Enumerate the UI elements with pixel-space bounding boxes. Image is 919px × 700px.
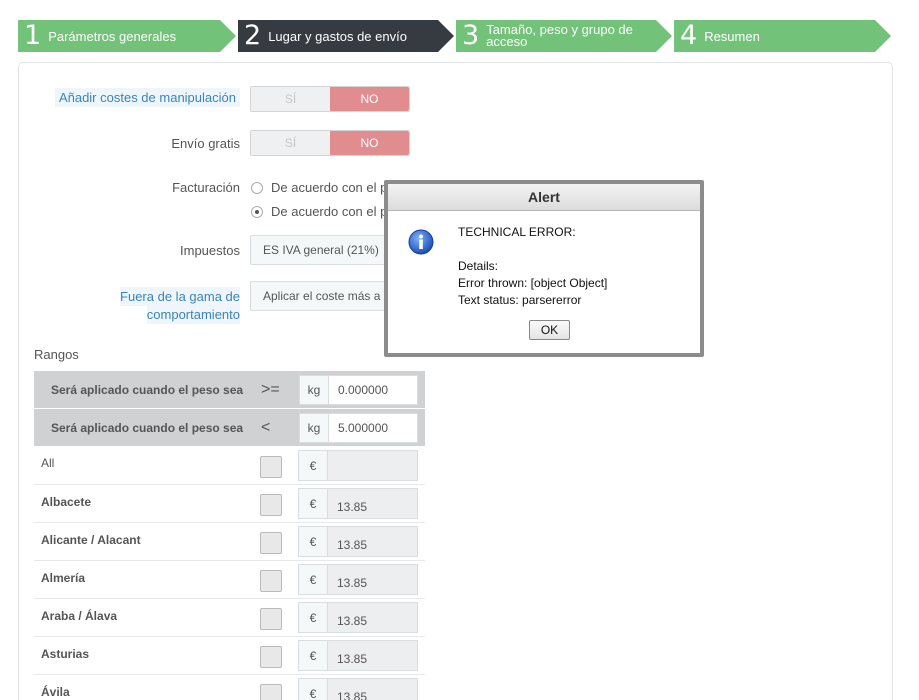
billing-label: Facturación <box>172 180 240 195</box>
range-operator: >= <box>261 380 280 398</box>
wizard-steps: 1 Parámetros generales 2 Lugar y gastos … <box>18 20 898 52</box>
step-label: Parámetros generales <box>48 28 177 44</box>
step-label: Tamaño, peso y grupo de acceso <box>486 22 633 49</box>
alert-line: Details: <box>458 259 499 273</box>
radio-button[interactable] <box>251 181 263 194</box>
step-label: Lugar y gastos de envío <box>268 28 407 44</box>
ranges-title: Rangos <box>34 347 79 362</box>
zone-fee-input[interactable]: 13.85 <box>327 488 418 519</box>
step-shipping-locations[interactable]: 2 Lugar y gastos de envío <box>238 20 454 52</box>
zone-row: Araba / Álava € 13.85 <box>34 599 425 637</box>
currency-addon: € <box>298 488 328 519</box>
currency-addon: € <box>298 526 328 557</box>
zone-name: All <box>41 456 55 470</box>
zone-checkbox[interactable] <box>260 494 282 516</box>
out-of-range-select[interactable]: Aplicar el coste más a <box>250 281 390 311</box>
zone-fee-input[interactable] <box>327 450 418 481</box>
zone-fee-input[interactable]: 13.85 <box>327 602 418 633</box>
step-arrow-icon <box>438 20 454 52</box>
handling-costs-toggle[interactable]: SÍ NO <box>250 86 410 112</box>
alert-title: Alert <box>388 184 700 211</box>
free-shipping-label: Envío gratis <box>171 136 240 151</box>
out-of-range-label-line2[interactable]: comportamiento <box>146 305 240 324</box>
info-icon <box>408 229 434 255</box>
unit-addon: kg <box>299 375 329 405</box>
currency-addon: € <box>298 564 328 595</box>
toggle-yes[interactable]: SÍ <box>251 87 330 111</box>
zone-name: Asturias <box>41 647 90 661</box>
zone-name: Albacete <box>41 495 92 509</box>
handling-costs-label-wrap: Añadir costes de manipulación <box>40 88 240 107</box>
range-lower-input[interactable]: 0.000000 <box>328 375 418 405</box>
out-of-range-label-line1[interactable]: Fuera de la gama de <box>120 287 240 306</box>
step-number: 2 <box>244 20 262 51</box>
zone-checkbox[interactable] <box>260 646 282 668</box>
radio-label: De acuerdo con el pr <box>271 180 392 195</box>
step-size-weight-access[interactable]: 3 Tamaño, peso y grupo de acceso <box>456 20 672 52</box>
range-lower-row: Será aplicado cuando el peso sea >= kg 0… <box>34 371 425 409</box>
zone-checkbox[interactable] <box>260 570 282 592</box>
zone-row: All € <box>34 447 425 485</box>
free-shipping-toggle[interactable]: SÍ NO <box>250 130 410 156</box>
zone-checkbox[interactable] <box>260 608 282 630</box>
zone-checkbox[interactable] <box>260 532 282 554</box>
zone-row: Asturias € 13.85 <box>34 637 425 675</box>
range-upper-input[interactable]: 5.000000 <box>328 413 418 443</box>
alert-dialog: Alert TECHNICAL ERROR: Details: Error th… <box>384 180 704 357</box>
zone-row: Albacete € 13.85 <box>34 485 425 523</box>
zone-fee-input[interactable]: 13.85 <box>327 678 418 700</box>
step-number: 4 <box>680 20 698 51</box>
range-operator: < <box>261 418 271 436</box>
zone-fee-input[interactable]: 13.85 <box>327 564 418 595</box>
zone-name: Araba / Álava <box>41 609 118 623</box>
step-label: Resumen <box>704 28 760 44</box>
range-upper-row: Será aplicado cuando el peso sea < kg 5.… <box>34 409 425 447</box>
toggle-yes[interactable]: SÍ <box>251 131 330 155</box>
zone-checkbox[interactable] <box>260 684 282 700</box>
step-general-params[interactable]: 1 Parámetros generales <box>18 20 236 52</box>
ranges-table: Será aplicado cuando el peso sea >= kg 0… <box>34 371 425 700</box>
step-arrow-icon <box>656 20 672 52</box>
step-number: 3 <box>462 20 480 51</box>
alert-line: Text status: parsererror <box>458 293 582 307</box>
zone-checkbox[interactable] <box>260 456 282 478</box>
step-arrow-icon <box>875 20 891 52</box>
zone-fee-input[interactable]: 13.85 <box>327 526 418 557</box>
range-condition-label: Será aplicado cuando el peso sea <box>51 382 244 397</box>
zone-name: Almería <box>41 571 86 585</box>
toggle-no[interactable]: NO <box>330 131 409 155</box>
alert-line: TECHNICAL ERROR: <box>458 225 576 239</box>
tax-label: Impuestos <box>180 243 240 258</box>
unit-addon: kg <box>299 413 329 443</box>
currency-addon: € <box>298 450 328 481</box>
out-of-range-label-wrap: Fuera de la gama de comportamiento <box>40 287 240 324</box>
handling-costs-label[interactable]: Añadir costes de manipulación <box>54 88 240 107</box>
zone-fee-input[interactable]: 13.85 <box>327 640 418 671</box>
range-condition-label: Será aplicado cuando el peso sea <box>51 420 244 435</box>
zone-name: Ávila <box>41 685 70 699</box>
toggle-no[interactable]: NO <box>330 87 409 111</box>
step-number: 1 <box>24 20 42 51</box>
currency-addon: € <box>298 640 328 671</box>
zone-row: Almería € 13.85 <box>34 561 425 599</box>
step-summary[interactable]: 4 Resumen <box>674 20 891 52</box>
billing-option-weight[interactable]: De acuerdo con el pe <box>251 204 395 219</box>
billing-option-price[interactable]: De acuerdo con el pr <box>251 180 392 195</box>
alert-line: Error thrown: [object Object] <box>458 276 608 290</box>
currency-addon: € <box>298 678 328 700</box>
zone-row: Ávila € 13.85 <box>34 675 425 700</box>
radio-button[interactable] <box>251 205 263 218</box>
alert-message: TECHNICAL ERROR: Details: Error thrown: … <box>458 224 607 309</box>
tax-select[interactable]: ES IVA general (21%) <box>250 235 390 265</box>
zone-row: Alicante / Alacant € 13.85 <box>34 523 425 561</box>
step-arrow-icon <box>220 20 236 52</box>
currency-addon: € <box>298 602 328 633</box>
ok-button[interactable]: OK <box>529 320 570 340</box>
zone-name: Alicante / Alacant <box>41 533 141 547</box>
radio-label: De acuerdo con el pe <box>271 204 395 219</box>
